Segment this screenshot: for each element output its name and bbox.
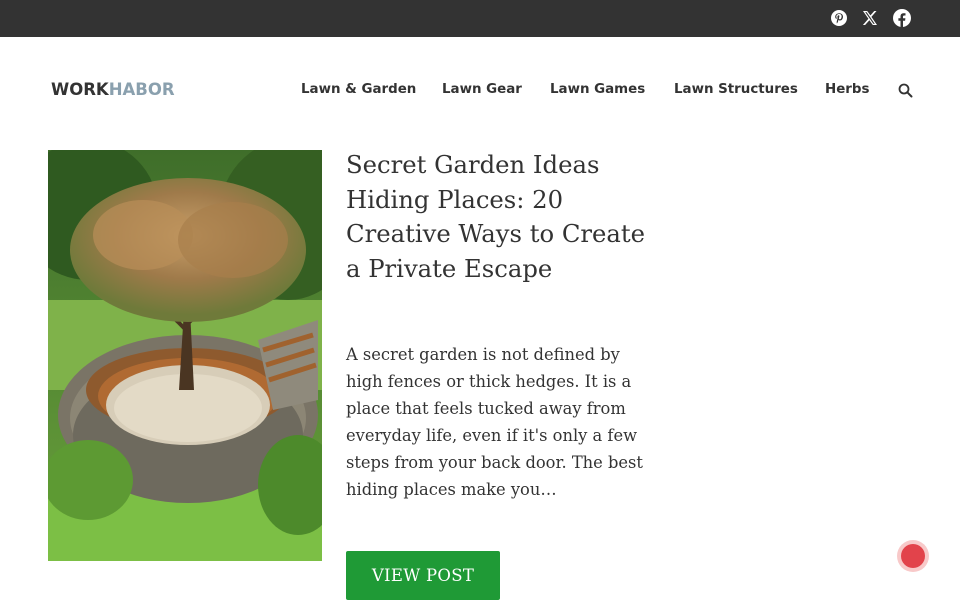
bell-icon[interactable] — [897, 540, 929, 572]
post-excerpt: A secret garden is not defined by high f… — [346, 345, 643, 499]
view-post-button-label: VIEW POST — [371, 566, 475, 585]
nav-lawn-games[interactable]: Lawn Games — [550, 82, 645, 100]
site-header: WORKHABOR Lawn & Garden Lawn Gear Lawn G… — [0, 37, 960, 145]
pinterest-icon[interactable] — [830, 8, 848, 28]
nav-lawn-garden[interactable]: Lawn & Garden — [301, 82, 416, 100]
post-title[interactable]: Secret Garden Ideas Hiding Places: 20 Cr… — [346, 148, 646, 286]
search-icon[interactable] — [898, 83, 913, 98]
nav-lawn-gear[interactable]: Lawn Gear — [442, 82, 522, 100]
logo-text-habor: HABOR — [108, 80, 175, 99]
post-thumbnail[interactable] — [48, 150, 322, 561]
logo-text-work: WORK — [51, 80, 109, 99]
view-post-button[interactable]: VIEW POST — [346, 551, 500, 600]
nav-herbs[interactable]: Herbs — [825, 82, 869, 100]
top-bar — [0, 0, 960, 37]
notification-dot — [901, 544, 925, 568]
facebook-icon[interactable] — [893, 8, 911, 28]
x-icon[interactable] — [861, 8, 879, 28]
site-logo[interactable]: WORKHABOR — [51, 80, 175, 99]
nav-lawn-structures[interactable]: Lawn Structures — [674, 82, 798, 100]
